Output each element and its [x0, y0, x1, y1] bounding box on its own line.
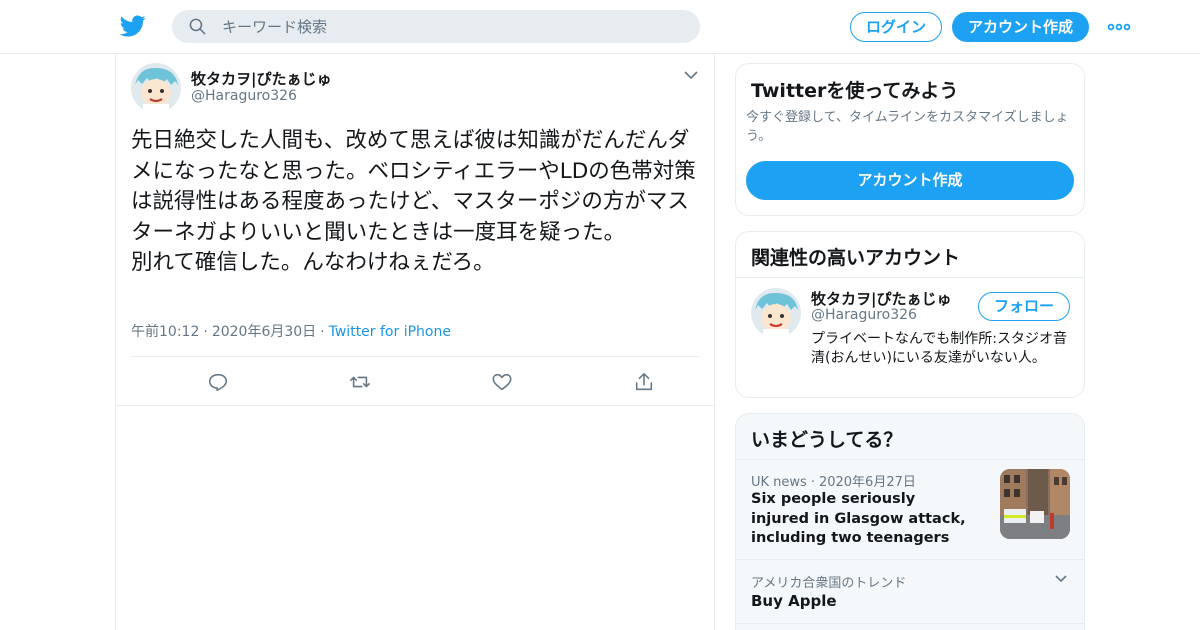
more-dots-icon[interactable]: [1107, 19, 1131, 35]
tweet-source-link[interactable]: Twitter for iPhone: [329, 324, 451, 340]
tweet-date[interactable]: 2020年6月30日: [212, 324, 316, 340]
trends-title: いまどうしてる？: [751, 429, 903, 451]
top-navigation-bar: ログイン アカウント作成: [0, 0, 1200, 54]
separator-dot: ·: [810, 475, 815, 490]
user-handle[interactable]: @Haraguro326: [191, 88, 297, 104]
follow-button[interactable]: フォロー: [978, 292, 1070, 321]
tweet-column: 牧タカヲ|ぴたぁじゅ @Haraguro326 先日絶交した人間も、改めて思えば…: [115, 54, 715, 630]
news-date: 2020年6月27日: [818, 475, 916, 490]
avatar[interactable]: [751, 288, 801, 338]
signup-button[interactable]: アカウント作成: [952, 12, 1089, 42]
divider: [736, 277, 1084, 278]
divider: [736, 459, 1084, 460]
trends-card: いまどうしてる？ UK news · 2020年6月27日 Six people s…: [735, 413, 1085, 630]
tweet: 牧タカヲ|ぴたぁじゅ @Haraguro326 先日絶交した人間も、改めて思えば…: [116, 54, 714, 406]
news-category: UK news: [751, 475, 807, 490]
related-accounts-title: 関連性の高いアカウント: [751, 247, 961, 269]
signup-card: Twitterを使ってみよう 今すぐ登録して、タイムラインをカスタマイズしましょ…: [735, 63, 1085, 216]
divider: [736, 623, 1084, 624]
twitter-bird-icon[interactable]: [120, 13, 146, 39]
reply-icon[interactable]: [207, 371, 229, 393]
login-button[interactable]: ログイン: [850, 12, 942, 42]
related-account-name[interactable]: 牧タカヲ|ぴたぁじゅ: [811, 288, 951, 309]
separator-dot: ·: [320, 324, 325, 340]
like-icon[interactable]: [491, 371, 513, 393]
separator-dot: ·: [203, 324, 208, 340]
trend-context: アメリカ合衆国のトレンド: [751, 576, 907, 591]
search-icon: [189, 18, 206, 35]
chevron-down-icon[interactable]: [1054, 574, 1068, 584]
divider: [736, 559, 1084, 560]
related-accounts-card: 関連性の高いアカウント 牧タカヲ|ぴたぁじゅ @Haraguro326 フォロー…: [735, 231, 1085, 398]
display-name[interactable]: 牧タカヲ|ぴたぁじゅ: [191, 68, 331, 89]
avatar[interactable]: [131, 63, 181, 113]
news-metadata: UK news · 2020年6月27日: [751, 471, 916, 490]
share-icon[interactable]: [633, 371, 655, 393]
news-thumbnail[interactable]: [1000, 469, 1070, 539]
signup-card-button[interactable]: アカウント作成: [746, 161, 1074, 200]
search-input[interactable]: [222, 10, 682, 43]
tweet-actions: [131, 356, 699, 406]
tweet-text: 先日絶交した人間も、改めて思えば彼は知識がだんだんダメになったなと思った。ベロシ…: [131, 128, 696, 275]
news-headline[interactable]: Six people seriously injured in Glasgow …: [751, 490, 976, 549]
retweet-icon[interactable]: [349, 371, 371, 393]
search-box: [172, 10, 700, 43]
trend-name[interactable]: Buy Apple: [751, 592, 837, 610]
related-account-bio: プライベートなんでも制作所:スタジオ音清(おんせい)にいる友達がいない人。: [811, 331, 1068, 366]
tweet-metadata: 午前10:12 · 2020年6月30日 · Twitter for iPhone: [131, 321, 451, 341]
chevron-down-icon[interactable]: [683, 69, 699, 81]
signup-card-description: 今すぐ登録して、タイムラインをカスタマイズしましょう。: [746, 110, 1069, 144]
signup-card-title: Twitterを使ってみよう: [751, 80, 959, 102]
tweet-time[interactable]: 午前10:12: [131, 324, 199, 340]
related-account-handle[interactable]: @Haraguro326: [811, 307, 917, 323]
